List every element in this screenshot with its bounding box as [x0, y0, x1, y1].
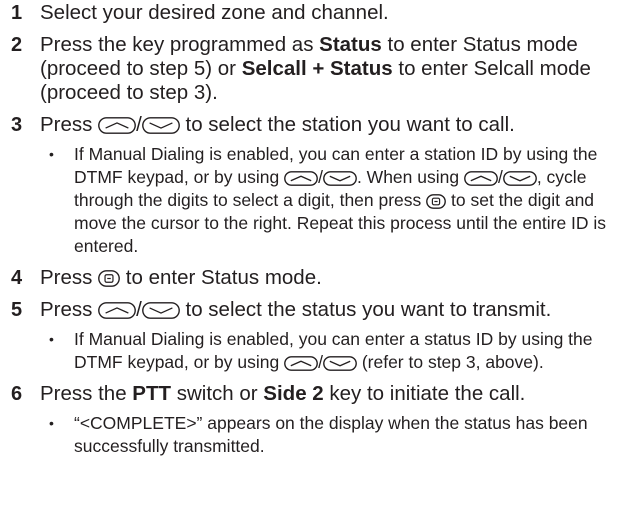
step-2: 2 Press the key programmed as Status to …	[0, 33, 642, 105]
step-text: to select the status you want to transmi…	[179, 298, 552, 321]
bullet-dot: •	[49, 331, 54, 347]
step-1: 1 Select your desired zone and channel.	[0, 1, 642, 25]
step-number: 2	[11, 34, 23, 56]
step-text: Select your desired zone and channel.	[40, 1, 389, 24]
step-text: Press the key programmed as	[40, 33, 320, 56]
note-text: “<COMPLETE>” appears on the display when…	[74, 413, 588, 456]
bullet-dot: •	[49, 415, 54, 431]
step-text: key to initiate the call.	[323, 382, 526, 405]
up-key-icon	[98, 117, 137, 134]
down-key-icon	[502, 171, 537, 186]
note-text: (refer to step 3, above).	[356, 352, 544, 372]
step-5: 5 Press / to select the status you want …	[0, 298, 642, 322]
step-3-note: • If Manual Dialing is enabled, you can …	[40, 143, 642, 258]
down-key-icon	[141, 117, 180, 134]
step-6-note: • “<COMPLETE>” appears on the display wh…	[40, 412, 642, 458]
key-name: Side 2	[263, 382, 324, 405]
step-3: 3 Press / to select the station you want…	[0, 113, 642, 137]
step-text: Press	[40, 266, 99, 289]
key-name: Status	[319, 33, 382, 56]
step-4: 4 Press to enter Status mode.	[0, 266, 642, 290]
step-number: 5	[11, 299, 23, 321]
up-key-icon	[98, 302, 137, 319]
key-name: Selcall + Status	[241, 57, 393, 80]
step-6: 6 Press the PTT switch or Side 2 key to …	[0, 382, 642, 406]
step-number: 4	[11, 267, 23, 289]
step-text: to enter Status mode.	[120, 266, 322, 289]
down-key-icon	[323, 171, 357, 186]
step-number: 1	[11, 2, 23, 24]
note-text: . When using	[356, 167, 464, 187]
enter-key-icon	[98, 270, 121, 287]
step-text: Press	[40, 298, 99, 321]
step-5-note: • If Manual Dialing is enabled, you can …	[40, 328, 642, 374]
step-number: 3	[11, 114, 23, 136]
step-text: to select the station you want to call.	[179, 113, 515, 136]
step-text: Press the	[40, 382, 133, 405]
step-number: 6	[11, 383, 23, 405]
step-text: switch or	[171, 382, 264, 405]
enter-key-icon	[426, 194, 447, 209]
up-key-icon	[464, 171, 498, 186]
key-name: PTT	[132, 382, 172, 405]
step-text: Press	[40, 113, 99, 136]
up-key-icon	[284, 171, 318, 186]
down-key-icon	[323, 356, 357, 371]
up-key-icon	[284, 356, 318, 371]
down-key-icon	[141, 302, 180, 319]
bullet-dot: •	[49, 146, 54, 162]
instruction-list: 1 Select your desired zone and channel. …	[0, 0, 642, 527]
